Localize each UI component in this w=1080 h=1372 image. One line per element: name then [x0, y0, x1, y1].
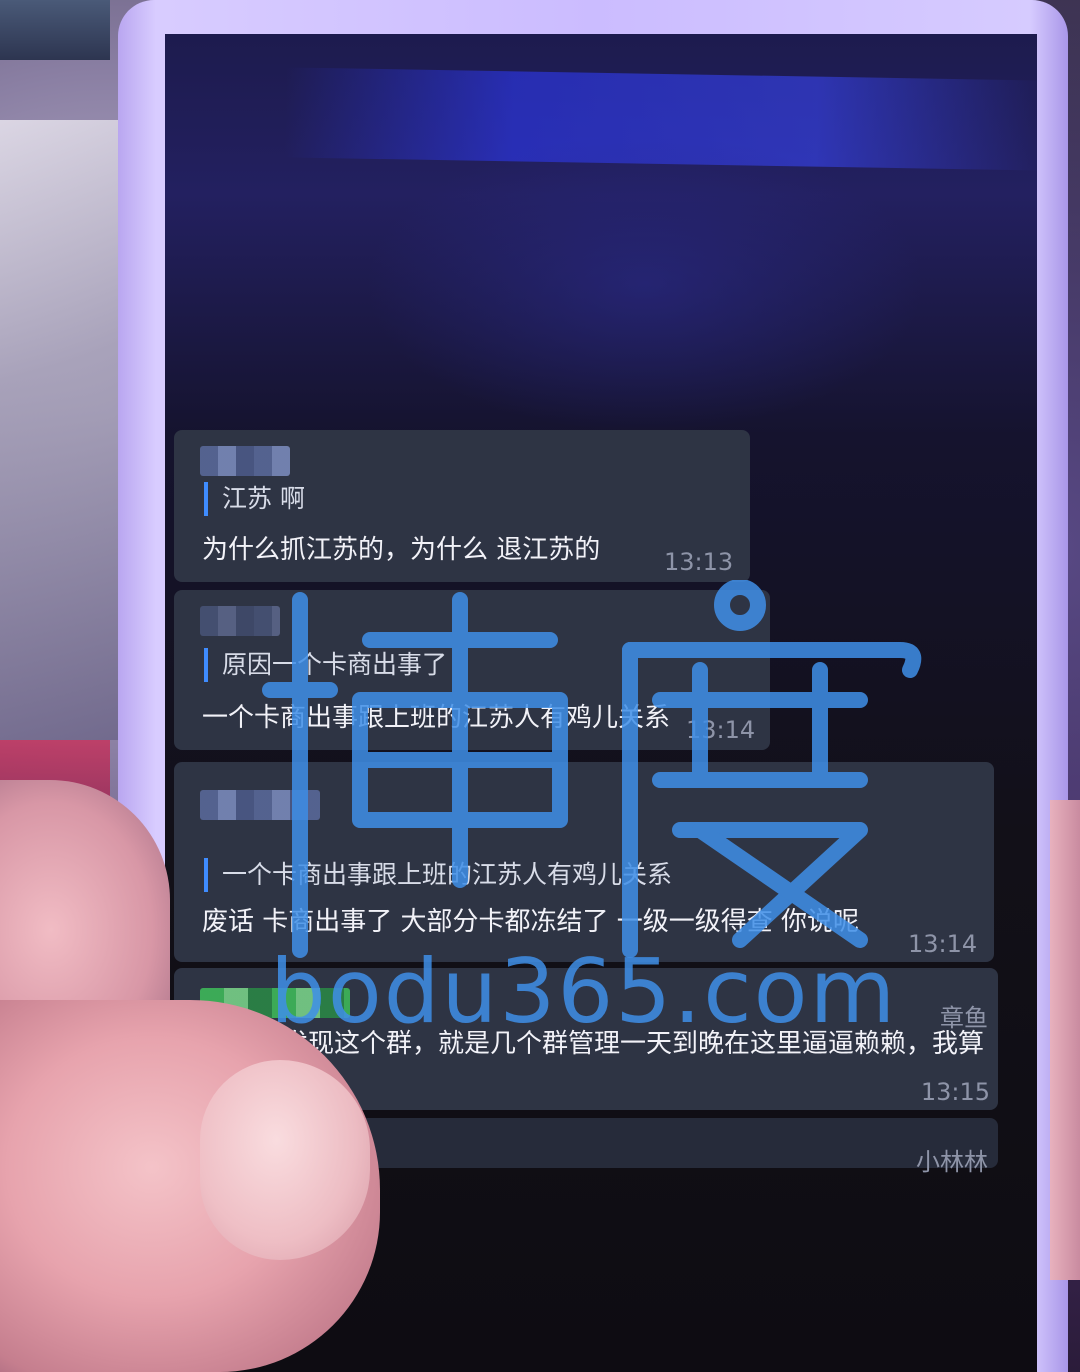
sender-name: 小林林 — [916, 1148, 988, 1176]
message-time: 13:13 — [664, 548, 734, 576]
message-time: 13:14 — [908, 930, 978, 958]
photo-scene: 江苏 啊 为什么抓江苏的，为什么 退江苏的 13:13 原因一个卡商出事了 一个… — [0, 0, 1080, 1372]
thumb-nail — [200, 1060, 370, 1260]
sender-name-blurred — [200, 606, 280, 636]
chat-message[interactable]: 一个卡商出事跟上班的江苏人有鸡儿关系 废话 卡商出事了 大部分卡都冻结了 一级一… — [174, 762, 994, 962]
finger — [1050, 800, 1080, 1280]
watermark-url: bodu365.com — [270, 940, 898, 1043]
quoted-message: 一个卡商出事跟上班的江苏人有鸡儿关系 — [204, 858, 672, 892]
message-text: 废话 卡商出事了 大部分卡都冻结了 一级一级得查 你说呢 — [202, 907, 860, 937]
background-object — [0, 0, 110, 60]
chat-message[interactable]: 原因一个卡商出事了 一个卡商出事跟上班的江苏人有鸡儿关系 13:14 — [174, 590, 770, 750]
message-text: 为什么抓江苏的，为什么 退江苏的 — [202, 535, 601, 565]
sender-name-blurred — [200, 790, 320, 820]
message-time: 13:14 — [686, 716, 756, 744]
chat-message[interactable]: 江苏 啊 为什么抓江苏的，为什么 退江苏的 13:13 — [174, 430, 750, 582]
message-time: 13:15 — [920, 1078, 990, 1106]
quoted-message: 江苏 啊 — [204, 482, 305, 516]
screen-reflection — [365, 134, 925, 434]
background-object — [0, 120, 120, 740]
sender-name-blurred — [200, 446, 290, 476]
quoted-message: 原因一个卡商出事了 — [204, 648, 447, 682]
message-text: 一个卡商出事跟上班的江苏人有鸡儿关系 — [202, 703, 671, 733]
